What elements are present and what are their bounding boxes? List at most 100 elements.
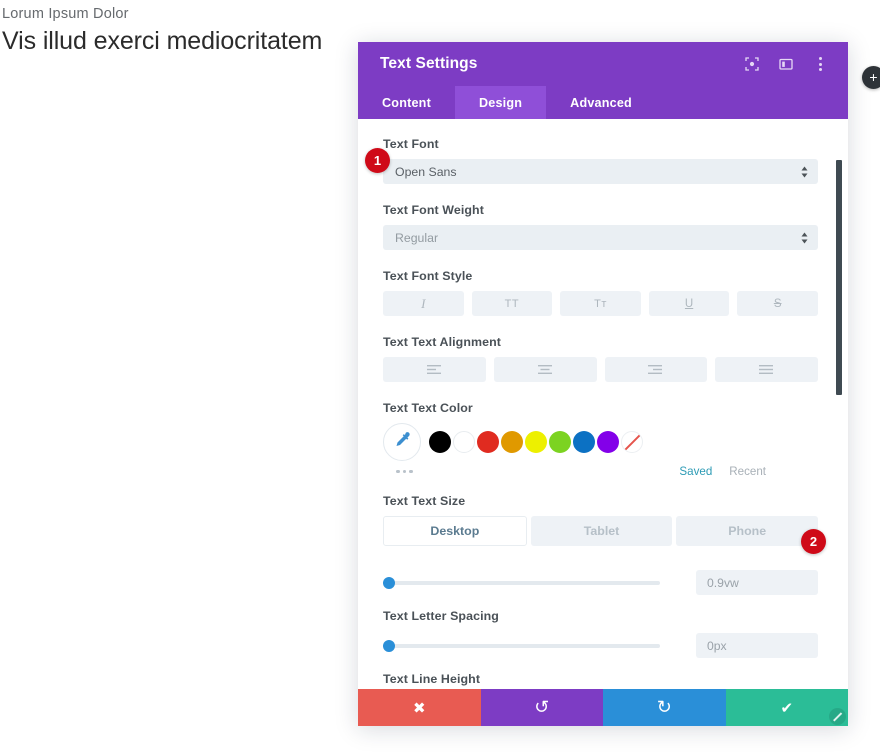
scrollbar-thumb[interactable] bbox=[836, 160, 842, 395]
text-font-label: Text Font bbox=[383, 137, 439, 151]
align-left-button[interactable] bbox=[383, 357, 486, 382]
swatch-green[interactable] bbox=[549, 431, 571, 453]
alignment-button-group bbox=[383, 357, 818, 382]
modal-header: Text Settings bbox=[358, 42, 848, 86]
plus-icon: + bbox=[869, 68, 878, 85]
slider-track bbox=[383, 580, 660, 585]
header-icon-group bbox=[744, 56, 828, 72]
device-tab-phone[interactable]: Phone bbox=[676, 516, 819, 546]
more-options-icon[interactable] bbox=[812, 56, 828, 72]
field-line-height: Text Line Height 1.7em bbox=[383, 672, 818, 689]
scrollbar-track[interactable] bbox=[836, 119, 845, 689]
field-text-alignment: Text Text Alignment bbox=[383, 335, 818, 382]
swatch-yellow[interactable] bbox=[525, 431, 547, 453]
text-size-value[interactable]: 0.9vw bbox=[696, 570, 818, 595]
text-font-weight-select[interactable]: Regular bbox=[383, 225, 818, 250]
capitalize-icon: Tᴛ bbox=[594, 297, 607, 310]
recent-colors-link[interactable]: Recent bbox=[729, 465, 766, 478]
align-center-button[interactable] bbox=[493, 357, 597, 382]
field-text-size: Text Text Size Desktop Tablet Phone 0.9v… bbox=[383, 494, 819, 595]
saved-colors-link[interactable]: Saved bbox=[679, 465, 712, 478]
page-heading: Vis illud exerci mediocritatem bbox=[2, 27, 323, 55]
annotation-badge-1: 1 bbox=[365, 148, 390, 173]
resize-handle[interactable] bbox=[829, 708, 846, 725]
close-icon: ✖ bbox=[412, 699, 426, 717]
slider-track bbox=[383, 643, 660, 648]
swatch-transparent[interactable] bbox=[621, 431, 643, 453]
cancel-button[interactable]: ✖ bbox=[358, 689, 481, 726]
font-style-button-group: I TT Tᴛ U S bbox=[383, 291, 818, 316]
spinner-icon bbox=[801, 232, 808, 244]
redo-icon: ↻ bbox=[656, 697, 672, 717]
field-text-color: Text Text Color Saved Recent bbox=[383, 401, 818, 478]
more-colors-icon[interactable] bbox=[396, 469, 413, 474]
text-font-style-label: Text Font Style bbox=[383, 269, 473, 283]
swatch-black[interactable] bbox=[429, 431, 451, 453]
strikethrough-button[interactable]: S bbox=[737, 291, 818, 316]
field-text-font-style: Text Font Style I TT Tᴛ U S bbox=[383, 269, 818, 316]
slider-knob[interactable] bbox=[383, 639, 395, 652]
tab-advanced[interactable]: Advanced bbox=[546, 86, 656, 119]
redo-button[interactable]: ↻ bbox=[603, 689, 726, 726]
align-justify-button[interactable] bbox=[715, 357, 818, 382]
add-module-button[interactable]: + bbox=[862, 66, 880, 89]
swatch-blue[interactable] bbox=[573, 431, 595, 453]
slider-knob[interactable] bbox=[383, 576, 395, 589]
swatch-white[interactable] bbox=[453, 431, 475, 453]
layout-icon[interactable] bbox=[778, 56, 794, 72]
text-size-slider[interactable] bbox=[383, 572, 660, 594]
text-size-slider-row: 0.9vw bbox=[383, 570, 818, 595]
text-size-label: Text Text Size bbox=[383, 494, 466, 508]
device-tab-desktop[interactable]: Desktop bbox=[383, 516, 527, 546]
undo-button[interactable]: ↺ bbox=[480, 689, 603, 726]
underline-button[interactable]: U bbox=[648, 291, 730, 316]
eyedropper-button[interactable] bbox=[383, 423, 421, 461]
tab-content[interactable]: Content bbox=[358, 86, 455, 119]
color-swatch-row bbox=[383, 423, 818, 461]
field-letter-spacing: Text Letter Spacing 0px bbox=[383, 609, 818, 658]
align-justify-icon bbox=[759, 364, 774, 375]
field-text-font: Text Font Open Sans bbox=[383, 137, 818, 184]
undo-icon: ↺ bbox=[534, 697, 550, 717]
page-text-block: Lorum Ipsum Dolor Vis illud exerci medio… bbox=[0, 0, 322, 57]
eyedropper-icon bbox=[394, 431, 411, 453]
letter-spacing-slider[interactable] bbox=[383, 635, 660, 657]
focus-icon[interactable] bbox=[744, 56, 760, 72]
italic-button[interactable]: I bbox=[383, 291, 464, 316]
letter-spacing-label: Text Letter Spacing bbox=[383, 609, 499, 623]
uppercase-button[interactable]: TT bbox=[471, 291, 553, 316]
text-font-weight-value: Regular bbox=[395, 230, 439, 245]
text-font-weight-label: Text Font Weight bbox=[383, 203, 484, 217]
spinner-icon bbox=[801, 166, 808, 178]
italic-icon: I bbox=[421, 295, 426, 311]
align-right-button[interactable] bbox=[604, 357, 708, 382]
text-font-value: Open Sans bbox=[395, 164, 457, 179]
page-eyebrow: Lorum Ipsum Dolor bbox=[2, 6, 129, 22]
modal-tab-bar: Content Design Advanced bbox=[358, 86, 848, 119]
tab-design[interactable]: Design bbox=[454, 86, 547, 119]
field-text-font-weight: Text Font Weight Regular bbox=[383, 203, 818, 250]
align-center-icon bbox=[537, 364, 553, 375]
underline-icon: U bbox=[684, 297, 694, 310]
letter-spacing-value[interactable]: 0px bbox=[696, 633, 818, 658]
swatch-orange[interactable] bbox=[501, 431, 523, 453]
text-alignment-label: Text Text Alignment bbox=[383, 335, 502, 349]
uppercase-icon: TT bbox=[504, 297, 520, 310]
align-left-icon bbox=[426, 364, 442, 375]
text-font-select[interactable]: Open Sans bbox=[383, 159, 818, 184]
annotation-badge-2: 2 bbox=[801, 529, 826, 554]
swatch-purple[interactable] bbox=[597, 431, 619, 453]
color-meta-row: Saved Recent bbox=[383, 465, 818, 478]
device-tab-tablet[interactable]: Tablet bbox=[530, 516, 673, 546]
text-color-label: Text Text Color bbox=[383, 401, 473, 415]
text-settings-modal: Text Settings Content Design Advanced Te… bbox=[358, 42, 848, 726]
check-icon: ✔ bbox=[780, 699, 794, 717]
swatch-red[interactable] bbox=[477, 431, 499, 453]
modal-title: Text Settings bbox=[380, 55, 478, 72]
align-right-icon bbox=[648, 364, 663, 375]
letter-spacing-slider-row: 0px bbox=[383, 633, 818, 658]
color-tab-links: Saved Recent bbox=[679, 465, 818, 478]
capitalize-button[interactable]: Tᴛ bbox=[560, 291, 641, 316]
strikethrough-icon: S bbox=[773, 297, 782, 310]
modal-footer: ✖ ↺ ↻ ✔ bbox=[358, 689, 848, 726]
